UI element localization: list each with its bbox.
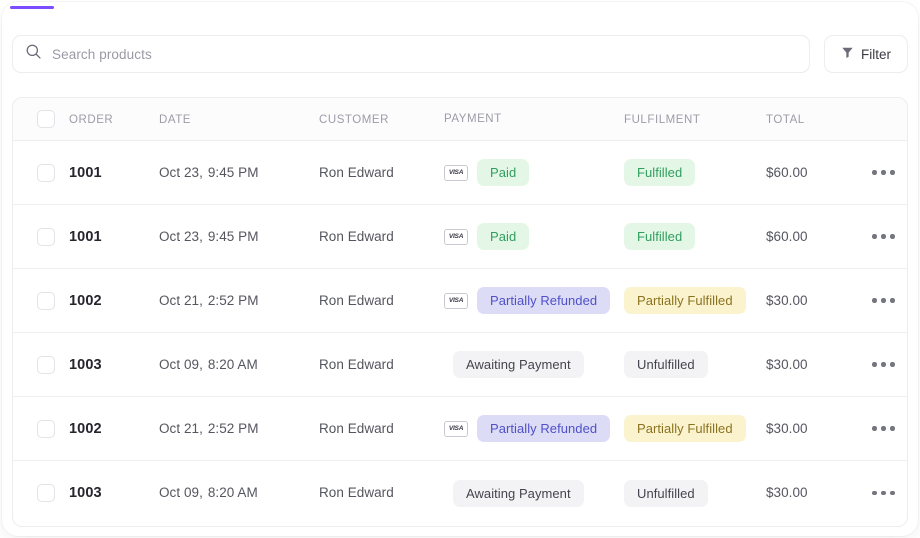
fulfilment-status-badge: Fulfilled (624, 159, 696, 186)
column-header-order: ORDER (69, 114, 114, 126)
fulfilment-status-badge: Unfulfilled (624, 479, 708, 507)
cell-customer-name: Ron Edward (319, 292, 394, 308)
cell-date-time: 8:20 AM (207, 356, 258, 372)
row-select-cell (13, 355, 69, 374)
orders-table: ORDER DATE CUSTOMER PAYMENT FULFILMENT T… (12, 97, 908, 527)
table-header-row: ORDER DATE CUSTOMER PAYMENT FULFILMENT T… (13, 98, 907, 141)
cell-date: Oct 23, 9:45 PM (159, 229, 259, 244)
column-header-fulfilment: FULFILMENT (624, 114, 701, 126)
payment-status-badge: Partially Refunded (477, 287, 611, 314)
cell-total-amount: $30.00 (766, 292, 808, 308)
active-tab-indicator (10, 6, 54, 9)
visa-card-icon: VISA (444, 292, 468, 309)
row-select-cell (13, 291, 69, 310)
table-body: 1001 Oct 23, 9:45 PM Ron Edward VISA Paid… (13, 141, 907, 525)
fulfilment-status-badge: Fulfilled (624, 223, 696, 250)
cell-date-day: Oct 23, (159, 164, 203, 180)
filter-button-label: Filter (861, 46, 891, 62)
cell-order-number: 1002 (69, 292, 102, 309)
cell-order-number: 1001 (69, 228, 102, 245)
payment-status-badge: Partially Refunded (477, 415, 611, 442)
row-actions-menu-icon[interactable] (872, 362, 895, 367)
row-checkbox[interactable] (37, 163, 55, 182)
filter-button[interactable]: Filter (824, 35, 908, 73)
row-actions-menu-icon[interactable] (872, 298, 895, 303)
table-row[interactable]: 1002 Oct 21, 2:52 PM Ron Edward VISA Part… (13, 269, 907, 333)
cell-date-day: Oct 21, (159, 292, 203, 308)
table-row[interactable]: 1002 Oct 21, 2:52 PM Ron Edward VISA Part… (13, 397, 907, 461)
cell-order-number: 1003 (69, 485, 102, 501)
row-select-cell (13, 484, 69, 502)
cell-customer-name: Ron Edward (319, 164, 394, 180)
cell-date-time: 8:20 AM (207, 485, 258, 500)
row-actions-menu-icon[interactable] (872, 170, 895, 175)
cell-date: Oct 23, 9:45 PM (159, 165, 259, 180)
toolbar: Filter (12, 34, 908, 74)
select-all-checkbox[interactable] (37, 110, 55, 128)
payment-status-badge: Awaiting Payment (453, 479, 584, 507)
cell-order-number: 1003 (69, 356, 102, 373)
row-select-cell (13, 227, 69, 246)
cell-date-day: Oct 23, (159, 228, 203, 244)
payment-status-badge: Paid (477, 159, 530, 186)
cell-date: Oct 09, 8:20 AM (159, 485, 258, 500)
cell-order-number: 1001 (69, 164, 102, 181)
search-field[interactable] (12, 35, 810, 73)
payment-status-badge: Paid (477, 223, 530, 250)
column-header-date: DATE (159, 114, 192, 126)
cell-total-amount: $60.00 (766, 164, 808, 180)
cell-order-number: 1002 (69, 420, 102, 437)
table-row[interactable]: 1001 Oct 23, 9:45 PM Ron Edward VISA Paid… (13, 205, 907, 269)
row-checkbox[interactable] (37, 484, 55, 502)
cell-date: Oct 21, 2:52 PM (159, 421, 259, 436)
cell-total-amount: $30.00 (766, 485, 808, 500)
fulfilment-status-badge: Unfulfilled (624, 351, 708, 378)
search-icon (25, 43, 42, 65)
select-all-cell (13, 110, 69, 128)
search-input[interactable] (52, 36, 797, 72)
cell-date-day: Oct 21, (159, 420, 203, 436)
row-checkbox[interactable] (37, 291, 55, 310)
orders-panel: Filter ORDER DATE CUSTOMER PAYMENT FULFI… (2, 2, 918, 536)
payment-status-badge: Awaiting Payment (453, 351, 584, 378)
cell-date-time: 9:45 PM (207, 228, 259, 244)
cell-date-day: Oct 09, (159, 485, 203, 500)
cell-date-time: 9:45 PM (207, 164, 259, 180)
cell-total-amount: $60.00 (766, 228, 808, 244)
cell-customer-name: Ron Edward (319, 485, 394, 500)
row-checkbox[interactable] (37, 419, 55, 438)
cell-date-day: Oct 09, (159, 356, 203, 372)
row-actions-menu-icon[interactable] (872, 426, 895, 431)
row-select-cell (13, 419, 69, 438)
funnel-icon (841, 46, 854, 62)
visa-card-icon: VISA (444, 164, 468, 181)
fulfilment-status-badge: Partially Fulfilled (624, 415, 746, 442)
cell-customer-name: Ron Edward (319, 228, 394, 244)
cell-total-amount: $30.00 (766, 420, 808, 436)
cell-date: Oct 09, 8:20 AM (159, 357, 258, 372)
column-header-customer: CUSTOMER (319, 114, 389, 126)
cell-total-amount: $30.00 (766, 356, 808, 372)
cell-date-time: 2:52 PM (207, 292, 259, 308)
cell-date: Oct 21, 2:52 PM (159, 293, 259, 308)
table-row[interactable]: 1001 Oct 23, 9:45 PM Ron Edward VISA Paid… (13, 141, 907, 205)
row-actions-menu-icon[interactable] (872, 490, 895, 496)
fulfilment-status-badge: Partially Fulfilled (624, 287, 746, 314)
column-header-payment: PAYMENT (444, 113, 502, 125)
visa-card-icon: VISA (444, 228, 468, 245)
row-checkbox[interactable] (37, 355, 55, 374)
visa-card-icon: VISA (444, 420, 468, 437)
row-actions-menu-icon[interactable] (872, 234, 895, 239)
cell-date-time: 2:52 PM (207, 420, 259, 436)
row-checkbox[interactable] (37, 227, 55, 246)
column-header-total: TOTAL (766, 114, 805, 126)
row-select-cell (13, 163, 69, 182)
cell-customer-name: Ron Edward (319, 420, 394, 436)
table-row[interactable]: 1003 Oct 09, 8:20 AM Ron Edward Awaiting … (13, 333, 907, 397)
table-row[interactable]: 1003 Oct 09, 8:20 AM Ron Edward Awaiting … (13, 461, 907, 525)
cell-customer-name: Ron Edward (319, 356, 394, 372)
